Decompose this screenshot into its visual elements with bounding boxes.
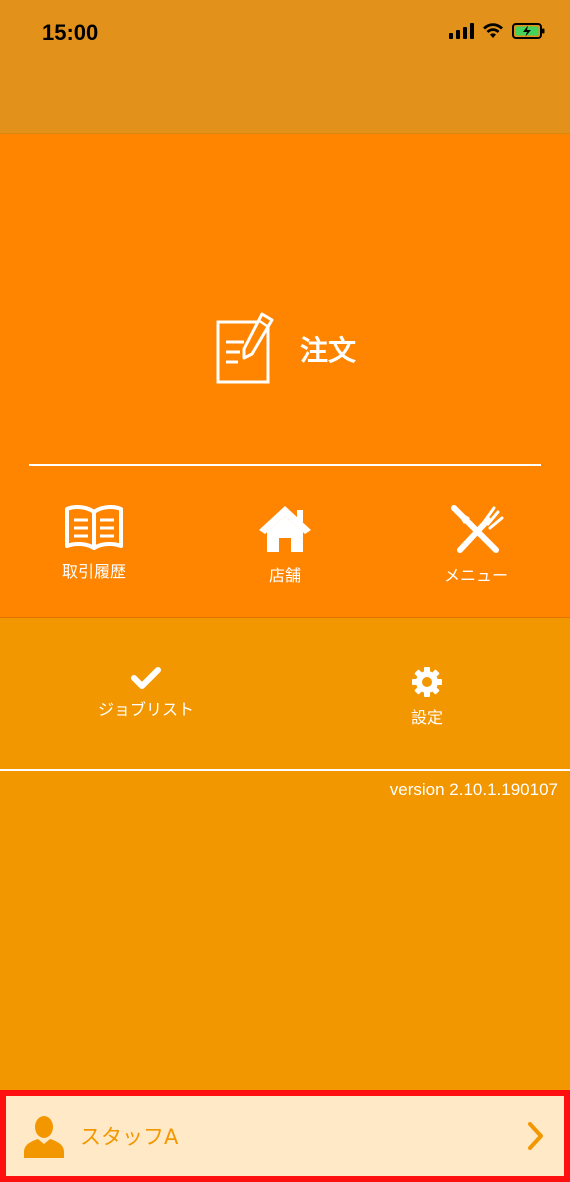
main-divider	[29, 464, 541, 466]
nav-store-label: 店舗	[268, 566, 301, 585]
main-panel: 注文 取引履歴 店舗 メニュー	[0, 134, 570, 618]
wifi-icon	[483, 23, 503, 38]
header: 15:00	[0, 0, 570, 134]
nav-settings-label: 設定	[410, 708, 443, 727]
staff-name: スタッフA	[80, 1125, 179, 1149]
utensils-icon	[451, 505, 504, 553]
nav-menu-label: メニュー	[443, 566, 508, 585]
nav-store[interactable]: 店舗	[215, 504, 355, 590]
signal-icon	[449, 23, 474, 39]
nav-transaction-history[interactable]: 取引履歴	[24, 504, 164, 590]
check-icon	[131, 667, 161, 689]
status-icons	[449, 22, 546, 40]
nav-job-list-label: ジョブリスト	[97, 700, 194, 719]
order-label: 注文	[299, 334, 356, 367]
secondary-panel: ジョブリスト 設定	[0, 618, 570, 770]
nav-settings[interactable]: 設定	[357, 666, 497, 730]
chevron-right-icon	[528, 1122, 543, 1150]
nav-job-list[interactable]: ジョブリスト	[76, 666, 216, 730]
order-button[interactable]: 注文	[170, 294, 400, 404]
version-divider	[0, 769, 570, 771]
status-time: 15:00	[42, 20, 99, 45]
battery-charging-icon	[512, 23, 545, 39]
app-screen: 15:00 注文 取引履歴 店舗 メニュー ジョブリスト 設定 version …	[0, 0, 570, 1182]
person-icon	[24, 1116, 64, 1158]
order-edit-icon	[216, 312, 274, 384]
gear-icon	[412, 667, 442, 697]
staff-selector[interactable]: スタッフA	[0, 1090, 570, 1182]
book-icon	[65, 505, 123, 550]
home-icon	[259, 506, 311, 552]
nav-menu[interactable]: メニュー	[406, 504, 546, 590]
nav-transaction-history-label: 取引履歴	[61, 562, 126, 581]
version-text: version 2.10.1.190107	[389, 780, 558, 799]
